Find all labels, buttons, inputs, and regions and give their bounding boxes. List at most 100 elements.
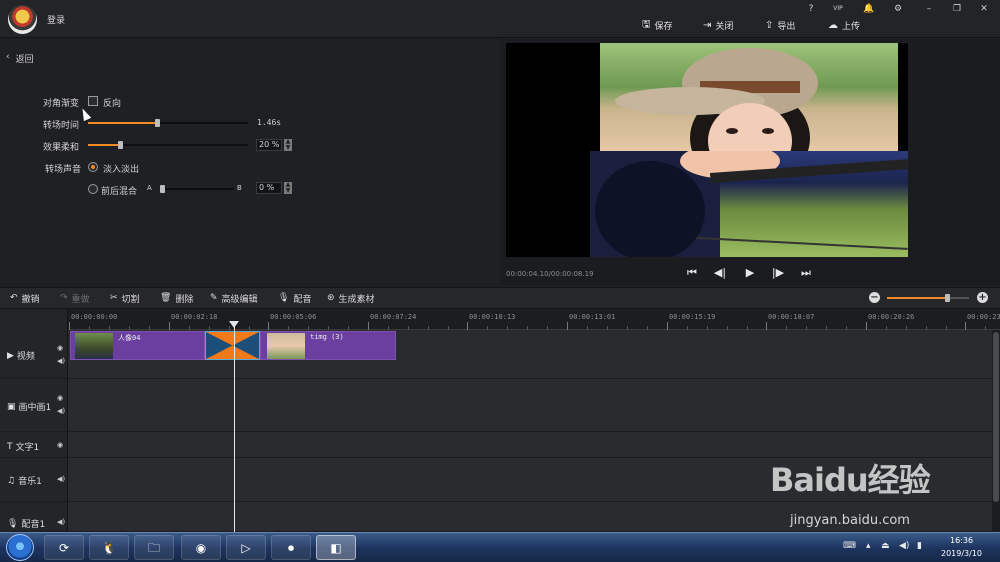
pip-icon: ▣ <box>7 401 16 412</box>
taskbar-app-player-icon[interactable]: ▷ <box>226 535 266 560</box>
ruler-tick <box>169 322 170 330</box>
softness-input[interactable]: 20 % <box>256 139 282 151</box>
close-doc-icon: ⇥ <box>703 19 712 31</box>
ruler-tick <box>467 322 468 330</box>
transition-icon <box>206 332 259 359</box>
network-tray-icon[interactable]: ▮ <box>917 541 922 551</box>
speaker-icon[interactable]: ◀) <box>57 407 65 415</box>
playhead-handle[interactable] <box>229 321 239 328</box>
track-head-video[interactable]: ▶ 视频 ◉ ◀) <box>0 330 68 379</box>
track-label-voice: 配音1 <box>21 520 46 530</box>
video-clip-2[interactable]: timg (3) <box>260 331 396 360</box>
speaker-icon[interactable]: ◀) <box>57 518 65 526</box>
mix-stepper[interactable]: ▲ ▼ <box>284 182 292 194</box>
speaker-icon[interactable]: ◀) <box>57 357 65 365</box>
mix-slider-thumb[interactable] <box>160 185 165 193</box>
undo-label: 撤销 <box>21 294 40 305</box>
ruler-tick <box>866 322 867 330</box>
back-button[interactable]: ‹ 返回 <box>6 52 34 65</box>
transition-audio-label: 转场声音 <box>45 165 82 175</box>
back-label: 返回 <box>15 55 34 65</box>
tray-expand-icon[interactable]: ▴ <box>866 541 871 551</box>
redo-icon: ↷ <box>60 293 68 303</box>
safely-remove-icon[interactable]: ⏏ <box>881 541 890 551</box>
taskbar-app-360-icon[interactable]: ⟳ <box>44 535 84 560</box>
vip-icon[interactable]: VIP <box>830 3 846 15</box>
export-button[interactable]: ⇪ 导出 <box>765 18 795 32</box>
taskbar-app-explorer-icon[interactable]: 🗀 <box>134 535 174 560</box>
taskbar-app-editor-icon[interactable]: ◧ <box>316 535 356 560</box>
eye-icon[interactable]: ◉ <box>57 441 63 449</box>
track-row-pip[interactable] <box>68 379 992 432</box>
notification-icon[interactable]: 🔔 <box>861 3 877 15</box>
next-frame-icon[interactable]: |▶ <box>770 266 786 280</box>
eye-icon[interactable]: ◉ <box>57 344 63 352</box>
playhead-line[interactable] <box>234 322 235 532</box>
eye-icon[interactable]: ◉ <box>57 394 63 402</box>
prev-frame-icon[interactable]: ◀| <box>712 266 728 280</box>
clock-date[interactable]: 2019/3/10 <box>941 549 982 558</box>
transition-clip[interactable] <box>205 331 260 360</box>
maximize-icon[interactable]: ❐ <box>949 3 965 15</box>
mix-slider-track[interactable] <box>162 188 234 190</box>
upload-button[interactable]: ☁ 上传 <box>828 18 860 32</box>
mix-radio[interactable] <box>88 184 98 194</box>
mix-input[interactable]: 0 % <box>256 182 282 194</box>
minimize-icon[interactable]: – <box>921 3 937 15</box>
softness-stepper[interactable]: ▲ ▼ <box>284 139 292 151</box>
clip-label: timg (3) <box>310 333 344 341</box>
clock-time[interactable]: 16:36 <box>950 536 973 545</box>
advanced-edit-button[interactable]: ✎ 高级编辑 <box>210 292 258 305</box>
redo-button[interactable]: ↷ 重做 <box>60 292 90 305</box>
save-label: 保存 <box>654 21 673 32</box>
taskbar-app-firefox-icon[interactable]: ◉ <box>181 535 221 560</box>
undo-button[interactable]: ↶ 撤销 <box>10 292 40 305</box>
keyboard-tray-icon[interactable]: ⌨ <box>843 541 856 551</box>
help-icon[interactable]: ? <box>803 3 819 15</box>
track-head-voice[interactable]: 🎙 配音1 ◀) <box>0 502 68 532</box>
baidu-watermark-url: jingyan.baidu.com <box>790 513 910 528</box>
track-label-text: 文字1 <box>15 443 40 453</box>
reverse-checkbox[interactable] <box>88 96 98 106</box>
mix-label: 前后混合 <box>101 187 138 197</box>
ruler-tick-label: 00:00:07:24 <box>370 313 417 321</box>
generate-asset-button[interactable]: ⊛ 生成素材 <box>327 292 375 305</box>
track-label-pip: 画中画1 <box>18 403 52 413</box>
zoom-out-icon[interactable]: − <box>869 292 880 303</box>
softness-slider-thumb[interactable] <box>118 141 123 149</box>
close-window-icon[interactable]: ✕ <box>976 3 992 15</box>
start-button-icon[interactable] <box>6 534 34 561</box>
ruler-tick <box>965 322 966 330</box>
video-clip-1[interactable]: 人像04 <box>70 331 205 360</box>
close-project-button[interactable]: ⇥ 关闭 <box>703 18 733 32</box>
cut-button[interactable]: ✂ 切割 <box>110 292 140 305</box>
close-label: 关闭 <box>715 21 734 32</box>
speaker-icon[interactable]: ◀) <box>57 475 65 483</box>
settings-icon[interactable]: ⚙ <box>890 3 906 15</box>
ruler-tick <box>69 322 70 330</box>
ruler-tick-label: 00:00:05:06 <box>270 313 317 321</box>
track-head-pip[interactable]: ▣ 画中画1 ◉ ◀) <box>0 379 68 432</box>
skip-start-icon[interactable]: ⏮ <box>684 266 700 280</box>
delete-button[interactable]: 🗑 删除 <box>160 292 193 305</box>
duration-slider-thumb[interactable] <box>155 119 160 127</box>
zoom-slider-thumb[interactable] <box>945 294 950 302</box>
dub-button[interactable]: 🎙 配音 <box>278 292 311 305</box>
volume-tray-icon[interactable]: ◀) <box>899 541 909 551</box>
advanced-label: 高级编辑 <box>221 294 258 305</box>
save-button[interactable]: 🖫 保存 <box>642 18 673 32</box>
upload-icon: ☁ <box>828 19 838 31</box>
film-reel-icon: ⊛ <box>327 293 335 303</box>
clip-thumbnail <box>267 333 305 359</box>
login-link[interactable]: 登录 <box>47 13 65 26</box>
track-head-text[interactable]: T 文字1 ◉ <box>0 432 68 458</box>
zoom-in-icon[interactable]: + <box>977 292 988 303</box>
timeline-scrollbar-thumb[interactable] <box>993 332 999 502</box>
play-icon[interactable]: ▶ <box>742 266 758 280</box>
taskbar-app-recorder-icon[interactable]: ⏺ <box>271 535 311 560</box>
ruler-tick-label: 00:00:18:07 <box>768 313 815 321</box>
track-head-music[interactable]: ♫ 音乐1 ◀) <box>0 458 68 502</box>
fade-radio[interactable] <box>88 162 98 172</box>
skip-end-icon[interactable]: ⏭ <box>798 266 814 280</box>
taskbar-app-qq-icon[interactable]: 🐧 <box>89 535 129 560</box>
